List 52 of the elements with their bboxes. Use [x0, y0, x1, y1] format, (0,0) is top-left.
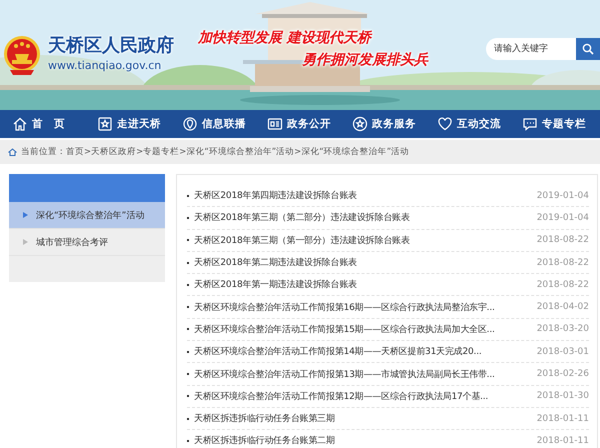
- article-date: 2018-01-11: [536, 436, 589, 446]
- article-date: 2018-01-30: [536, 391, 589, 402]
- site-url: www.tianqiao.gov.cn: [48, 58, 162, 72]
- article-date: 2019-01-04: [536, 190, 589, 201]
- article-link[interactable]: 天桥区2018年第三期（第二部分）违法建设拆除台账表: [194, 211, 532, 224]
- article-link[interactable]: 天桥区环境综合整治年活动工作简报第14期——天桥区提前31天完成20...: [194, 345, 532, 358]
- nav-link[interactable]: 互动交流: [437, 116, 522, 132]
- triangle-icon: [23, 239, 28, 245]
- emblem-icon: [2, 34, 42, 76]
- article-date: 2018-04-02: [536, 302, 589, 312]
- article-date: 2018-08-22: [536, 280, 589, 290]
- star-box-icon: [97, 116, 113, 132]
- site-title: 天桥区人民政府: [48, 34, 174, 56]
- nav-link[interactable]: 政务服务: [352, 116, 437, 132]
- article-link[interactable]: 天桥区2018年第四期违法建设拆除台账表: [194, 189, 532, 202]
- article-date: 2018-02-26: [536, 369, 589, 380]
- map-pin-icon: [182, 116, 198, 132]
- search-field[interactable]: 请输入关键字: [486, 38, 576, 60]
- nav-link[interactable]: 政务公开: [267, 116, 352, 132]
- article-link[interactable]: 天桥区2018年第二期违法建设拆除台账表: [194, 256, 532, 270]
- sidebar-item[interactable]: 深化“环境综合整治年”活动: [9, 202, 165, 229]
- slogan-text: 加快转型发展 建设现代天桥: [198, 29, 374, 47]
- home-icon: [12, 116, 28, 132]
- search-icon: [582, 43, 594, 55]
- home-icon: [8, 148, 17, 156]
- article-link[interactable]: 天桥区拆违拆临行动任务台账第二期: [194, 434, 532, 448]
- article-date: 2019-01-04: [536, 212, 589, 223]
- article-link[interactable]: 天桥区环境综合整治年活动工作简报第15期——区综合行政执法局加大全区...: [194, 322, 532, 336]
- document-icon: [267, 116, 283, 132]
- nav-link[interactable]: 首 页: [12, 116, 97, 132]
- article-link[interactable]: 天桥区2018年第三期（第一部分）违法建设拆除台账表: [194, 234, 532, 247]
- slogan-text: 勇作拥河发展排头兵: [302, 51, 428, 69]
- article-date: 2018-03-01: [536, 346, 589, 357]
- search-button[interactable]: [576, 38, 600, 60]
- article-link[interactable]: 天桥区2018年第一期违法建设拆除台账表: [194, 278, 532, 292]
- article-link[interactable]: 天桥区环境综合整治年活动工作简报第13期——市城管执法局副局长王伟带...: [194, 368, 532, 381]
- nav-link[interactable]: 走进天桥: [97, 116, 182, 132]
- heart-icon: [437, 116, 453, 132]
- chat-icon: [522, 116, 538, 132]
- article-link[interactable]: 天桥区拆违拆临行动任务台账第三期: [194, 412, 532, 426]
- star-circle-icon: [352, 116, 368, 132]
- triangle-icon: [23, 212, 28, 218]
- article-date: 2018-08-22: [536, 258, 589, 268]
- breadcrumb: 当前位置：首页>天桥区政府>专题专栏>深化“环境综合整治年”活动>深化“环境综合整治年”活动: [21, 146, 410, 158]
- sidebar-item[interactable]: 城市管理综合考评: [9, 229, 165, 256]
- nav-link[interactable]: 专题专栏: [522, 116, 586, 132]
- article-link[interactable]: 天桥区环境综合整治年活动工作简报第12期——区综合行政执法局17个基...: [194, 390, 532, 403]
- article-date: 2018-01-11: [536, 414, 589, 424]
- nav-link[interactable]: 信息联播: [182, 116, 267, 132]
- article-link[interactable]: 天桥区环境综合整治年活动工作简报第16期——区综合行政执法局整治东宇...: [194, 300, 532, 314]
- article-date: 2018-03-20: [536, 324, 589, 334]
- article-date: 2018-08-22: [536, 235, 589, 246]
